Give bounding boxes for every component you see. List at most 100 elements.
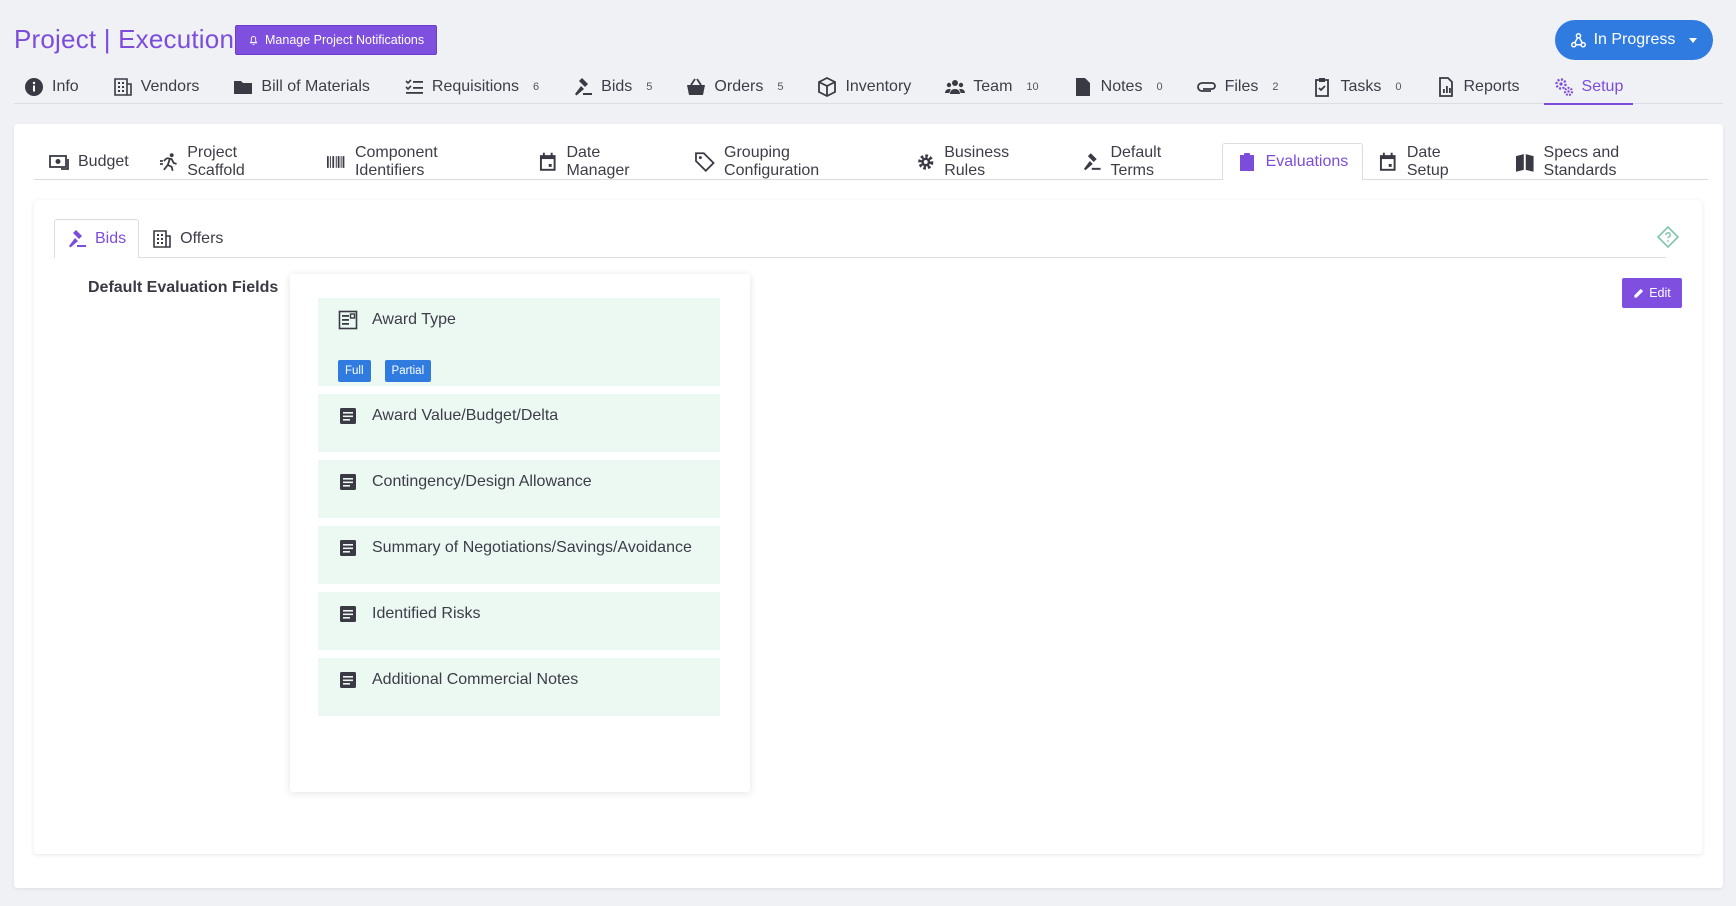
page-header: Project | Execution Manage Project Notif… xyxy=(0,0,1736,105)
nav-count: 6 xyxy=(533,80,540,93)
field-additional-commercial-notes: Additional Commercial Notes xyxy=(318,658,720,716)
runner-icon xyxy=(159,152,177,171)
nav-label: Inventory xyxy=(845,77,912,95)
status-dropdown[interactable]: In Progress xyxy=(1555,20,1713,60)
edit-button-label: Edit xyxy=(1649,286,1671,300)
setup-tab-label: Specs and Standards xyxy=(1543,143,1620,179)
nav-label: Tasks xyxy=(1340,77,1382,95)
field-label: Identified Risks xyxy=(372,605,481,622)
field-summary-of-negotiations: Summary of Negotiations/Savings/Avoidanc… xyxy=(318,526,720,584)
gear-icon xyxy=(917,153,934,170)
field-label: Award Value/Budget/Delta xyxy=(372,407,559,424)
building-icon xyxy=(113,77,132,96)
nav-item-inventory[interactable]: Inventory xyxy=(807,70,921,104)
money-icon xyxy=(49,154,69,170)
setup-tab-label: Budget xyxy=(78,152,129,170)
setup-tab-date-manager[interactable]: Date Manager xyxy=(523,143,681,179)
nav-label: Setup xyxy=(1581,77,1624,95)
gavel-icon xyxy=(1083,152,1101,170)
tab-offers[interactable]: Offers xyxy=(139,219,236,257)
nav-item-info[interactable]: Info xyxy=(14,70,89,104)
help-icon[interactable] xyxy=(1657,226,1679,248)
field-header: Summary of Negotiations/Savings/Avoidanc… xyxy=(338,538,692,558)
evaluation-fields-card: Award Type Full Partial Award Value/Budge… xyxy=(290,274,750,792)
setup-tab-grouping-configuration[interactable]: Grouping Configuration xyxy=(680,143,900,179)
document-icon xyxy=(340,672,356,688)
basket-icon xyxy=(687,78,706,95)
option-partial-badge: Partial xyxy=(384,360,432,382)
field-header: Contingency/Design Allowance xyxy=(338,472,592,492)
barcode-icon xyxy=(327,155,345,168)
nav-label: Team xyxy=(973,77,1013,95)
field-header: Award Value/Budget/Delta xyxy=(338,406,558,426)
field-identified-risks: Identified Risks xyxy=(318,592,720,650)
setup-tab-business-rules[interactable]: Business Rules xyxy=(901,143,1067,179)
nav-item-bill-of-materials[interactable]: Bill of Materials xyxy=(223,70,379,104)
setup-tab-budget[interactable]: Budget xyxy=(34,143,144,179)
option-full-badge: Full xyxy=(338,360,371,382)
pencil-icon xyxy=(1634,288,1644,298)
nav-count: 0 xyxy=(1156,80,1163,93)
tag-icon xyxy=(695,151,716,172)
box-icon xyxy=(818,76,837,97)
setup-nav: Budget Project Scaffold Component Identi… xyxy=(34,143,1708,180)
nav-count: 2 xyxy=(1272,80,1279,93)
clipboard-check-icon xyxy=(1315,77,1330,97)
nav-item-vendors[interactable]: Vendors xyxy=(103,70,210,104)
nav-count: 0 xyxy=(1395,80,1402,93)
nav-label: Bids xyxy=(601,77,633,95)
nav-label: Orders xyxy=(714,77,764,95)
setup-tab-component-identifiers[interactable]: Component Identifiers xyxy=(311,143,523,179)
setup-tab-project-scaffold[interactable]: Project Scaffold xyxy=(144,143,312,179)
nav-label: Notes xyxy=(1100,77,1143,95)
checklist-icon xyxy=(405,78,423,94)
setup-tab-evaluations[interactable]: Evaluations xyxy=(1221,143,1364,180)
field-award-value: Award Value/Budget/Delta xyxy=(318,394,720,452)
nav-count: 5 xyxy=(646,80,653,93)
setup-tab-label: Grouping Configuration xyxy=(724,143,820,179)
gears-icon xyxy=(1554,77,1573,96)
status-label: In Progress xyxy=(1593,31,1676,48)
nav-label: Files xyxy=(1224,77,1259,95)
nav-item-files[interactable]: Files 2 xyxy=(1187,70,1289,104)
form-icon xyxy=(338,310,358,330)
gavel-icon xyxy=(575,77,593,95)
setup-tab-label: Date Manager xyxy=(566,143,630,179)
nav-label: Info xyxy=(52,77,79,95)
gavel-icon xyxy=(69,230,86,248)
nav-item-reports[interactable]: Reports xyxy=(1426,70,1530,104)
section-label: Default Evaluation Fields xyxy=(88,279,279,296)
tab-label: Bids xyxy=(95,230,127,247)
nav-item-tasks[interactable]: Tasks 0 xyxy=(1302,70,1411,104)
setup-tab-label: Date Setup xyxy=(1406,143,1449,179)
award-type-options: Full Partial xyxy=(338,360,445,382)
nav-item-team[interactable]: Team 10 xyxy=(935,70,1048,104)
document-icon xyxy=(340,408,356,424)
setup-tab-label: Business Rules xyxy=(944,143,1010,179)
document-icon xyxy=(340,606,356,622)
tab-bids[interactable]: Bids xyxy=(54,219,140,258)
setup-tab-label: Default Terms xyxy=(1110,143,1162,179)
nav-item-notes[interactable]: Notes 0 xyxy=(1063,70,1173,104)
document-icon xyxy=(340,474,356,490)
nav-item-orders[interactable]: Orders 5 xyxy=(676,70,793,104)
edit-button[interactable]: Edit xyxy=(1622,278,1682,308)
setup-tab-default-terms[interactable]: Default Terms xyxy=(1067,143,1222,179)
nav-label: Vendors xyxy=(140,77,200,95)
field-label: Contingency/Design Allowance xyxy=(372,473,592,490)
setup-tab-specs-and-standards[interactable]: Specs and Standards xyxy=(1500,143,1708,179)
book-icon xyxy=(1515,153,1534,172)
manage-notifications-button[interactable]: Manage Project Notifications xyxy=(235,25,438,55)
field-header: Identified Risks xyxy=(338,604,481,624)
field-label: Additional Commercial Notes xyxy=(372,671,579,688)
nav-item-requisitions[interactable]: Requisitions 6 xyxy=(394,70,549,104)
users-icon xyxy=(945,79,966,94)
nav-item-bids[interactable]: Bids 5 xyxy=(563,70,662,104)
page-title: Project | Execution xyxy=(14,24,235,54)
manage-notifications-label: Manage Project Notifications xyxy=(265,33,425,47)
workflow-icon xyxy=(1570,32,1586,48)
setup-tab-date-setup[interactable]: Date Setup xyxy=(1363,143,1500,179)
setup-tab-label: Evaluations xyxy=(1265,153,1349,170)
evaluations-panel: Bids Offers Default Evaluation Fields Ed… xyxy=(34,200,1702,854)
nav-item-setup[interactable]: Setup xyxy=(1543,70,1634,105)
